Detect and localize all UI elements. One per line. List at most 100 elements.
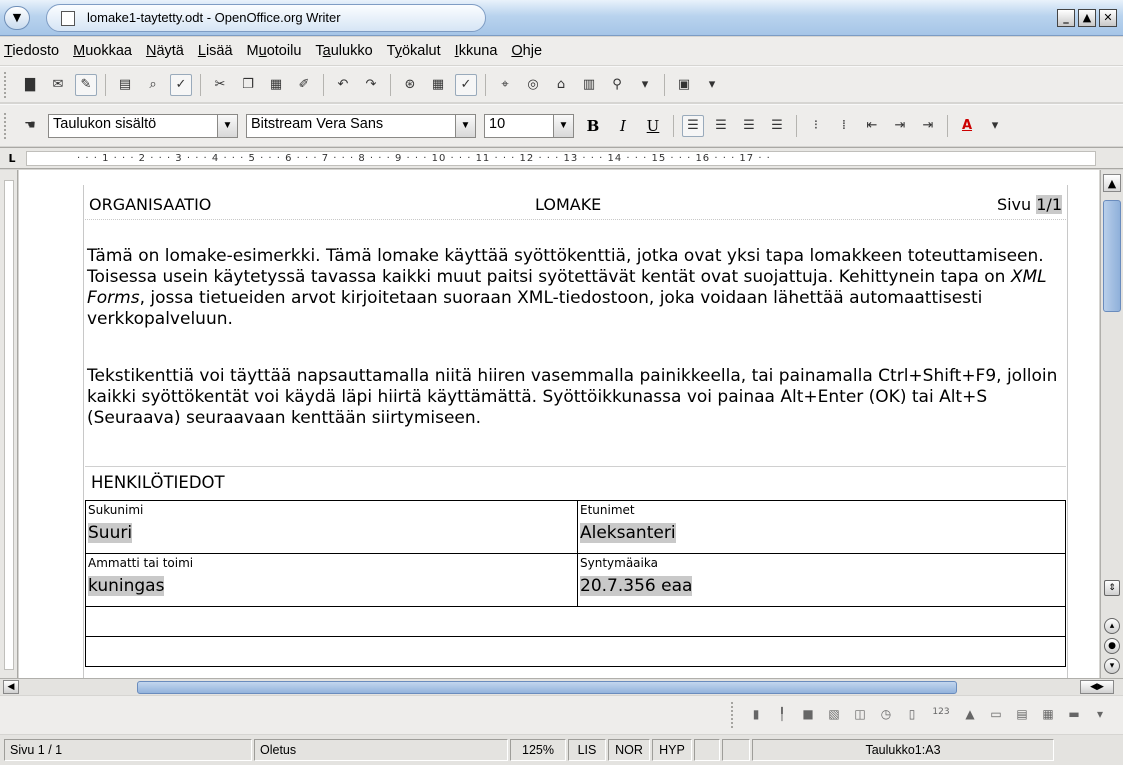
chevron-down-icon[interactable]: ▼ (217, 114, 237, 137)
data-sources-icon[interactable]: ▥ (578, 74, 600, 96)
underline-button[interactable]: U (641, 117, 665, 135)
bullets-icon[interactable]: ⁞ (833, 115, 855, 137)
status-page[interactable]: Sivu 1 / 1 (4, 739, 252, 761)
navigation-object-icon[interactable]: ● (1104, 638, 1120, 654)
status-signature[interactable] (722, 739, 750, 761)
bold-button[interactable]: B (581, 117, 605, 135)
align-center-icon[interactable]: ☰ (710, 115, 732, 137)
surname-cell[interactable]: Sukunimi Suuri (85, 500, 578, 554)
scroll-up-button[interactable]: ▲ (1103, 174, 1121, 192)
paste-icon[interactable]: ▦ (265, 74, 287, 96)
image-icon[interactable]: ▭ (988, 707, 1004, 723)
format-paintbrush-icon[interactable]: ✐ (293, 74, 315, 96)
styles-formatting-icon[interactable]: ☚ (19, 115, 41, 137)
new-document-icon[interactable]: ▇ (19, 74, 41, 96)
toolbar-grip[interactable] (731, 702, 737, 728)
intro-paragraph[interactable]: Tämä on lomake-esimerkki. Tämä lomake kä… (85, 246, 1066, 330)
birthdate-cell[interactable]: Syntymäaika 20.7.356 eaa (577, 553, 1066, 607)
more-icon[interactable]: ▬ (1066, 707, 1082, 723)
occupation-input-field[interactable]: kuningas (88, 576, 165, 596)
toolbar-grip[interactable] (4, 112, 10, 139)
insert-table-icon[interactable]: ▦ (427, 74, 449, 96)
indent-icon[interactable]: ⇥ (917, 115, 939, 137)
status-hyperlink-mode[interactable]: HYP (652, 739, 692, 761)
page-icon[interactable]: ▯ (904, 707, 920, 723)
document-canvas[interactable]: ORGANISAATIO LOMAKE Sivu 1/1 Tämä on lom… (19, 170, 1099, 678)
menu-tiedosto[interactable]: Tiedosto (0, 43, 66, 59)
menu-muotoilu[interactable]: Muotoilu (240, 43, 309, 59)
minimize-button[interactable]: _ (1057, 9, 1075, 27)
horizontal-ruler[interactable]: L · · · 1 · · · 2 · · · 3 · · · 4 · · · … (0, 147, 1123, 169)
status-insert-mode[interactable]: LIS (568, 739, 606, 761)
menu-taulukko[interactable]: Taulukko (308, 43, 379, 59)
menu-lisaa[interactable]: Lisää (191, 43, 240, 59)
toolbar-options-icon[interactable]: ▾ (634, 74, 656, 96)
next-object-icon[interactable]: ▾ (1104, 658, 1120, 674)
toolbar-options-icon[interactable]: ▾ (701, 74, 723, 96)
status-zoom[interactable]: 125% (510, 739, 566, 761)
menu-muokkaa[interactable]: Muokkaa (66, 43, 139, 59)
surname-input-field[interactable]: Suuri (88, 523, 133, 543)
draw-functions-icon[interactable]: ✓ (455, 73, 477, 96)
section-title-personal-info[interactable]: HENKILÖTIEDOT (85, 466, 1066, 498)
window-menu-button[interactable]: ▼ (4, 6, 30, 30)
scroll-down-page-button[interactable]: ⇕ (1104, 580, 1120, 596)
tab-type-selector[interactable]: L (3, 151, 21, 167)
chart-icon[interactable]: ▲ (962, 707, 978, 723)
text-frame-icon[interactable]: ▧ (826, 707, 842, 723)
font-color-button[interactable]: A (956, 115, 978, 137)
table-grid-icon[interactable]: ▦ (1040, 707, 1056, 723)
navigator-compass-icon[interactable]: ◎ (522, 74, 544, 96)
scroll-left-button[interactable]: ◀ (3, 680, 19, 694)
print-preview-icon[interactable]: ⌕ (142, 74, 164, 96)
horizontal-scrollbar[interactable]: ◀ ◀▶ (0, 678, 1123, 695)
page-number-field[interactable]: 1/1 (1036, 195, 1062, 214)
horizontal-scroll-thumb[interactable] (137, 681, 957, 694)
line-icon[interactable]: ╿ (774, 707, 790, 723)
select-icon[interactable]: ▮ (748, 707, 764, 723)
frame-icon[interactable]: ◫ (852, 707, 868, 723)
increase-indent-icon[interactable]: ⇥ (889, 115, 911, 137)
maximize-button[interactable]: ▲ (1078, 9, 1096, 27)
status-selection-mode[interactable]: NOR (608, 739, 650, 761)
paragraph-style-select[interactable]: Taulukon sisältö ▼ (48, 113, 238, 138)
font-color-dropdown-icon[interactable]: ▾ (984, 115, 1006, 137)
spellcheck-icon[interactable]: ✓ (170, 73, 192, 96)
vertical-ruler[interactable] (0, 170, 18, 678)
previous-object-icon[interactable]: ▴ (1104, 618, 1120, 634)
firstname-input-field[interactable]: Aleksanteri (580, 523, 676, 543)
redo-icon[interactable]: ↷ (360, 74, 382, 96)
vertical-scrollbar[interactable]: ▲ ⇕ ▴ ● ▾ (1100, 170, 1123, 678)
close-button[interactable]: ✕ (1099, 9, 1117, 27)
menu-tyokalut[interactable]: Työkalut (380, 43, 448, 59)
copy-icon[interactable]: ❐ (237, 74, 259, 96)
menu-nayta[interactable]: Näytä (139, 43, 191, 59)
font-name-select[interactable]: Bitstream Vera Sans ▼ (246, 113, 476, 138)
export-pdf-icon[interactable]: ▤ (114, 74, 136, 96)
gallery-icon[interactable]: ⌂ (550, 74, 572, 96)
clock-icon[interactable]: ◷ (878, 707, 894, 723)
chevron-down-icon[interactable]: ▼ (553, 114, 573, 137)
justify-icon[interactable]: ☰ (766, 115, 788, 137)
toolbar-grip[interactable] (4, 71, 10, 98)
italic-button[interactable]: I (611, 117, 635, 135)
occupation-cell[interactable]: Ammatti tai toimi kuningas (85, 553, 578, 607)
align-left-icon[interactable]: ☰ (682, 114, 704, 137)
number-field-icon[interactable]: 123 (930, 707, 952, 723)
undo-icon[interactable]: ↶ (332, 74, 354, 96)
instructions-paragraph[interactable]: Tekstikenttiä voi täyttää napsauttamalla… (85, 366, 1066, 429)
find-replace-icon[interactable]: ⌖ (494, 74, 516, 96)
firstname-cell[interactable]: Etunimet Aleksanteri (577, 500, 1066, 554)
toolbar-options-icon[interactable]: ▾ (1092, 707, 1108, 723)
scroll-right-button[interactable]: ◀▶ (1080, 680, 1114, 694)
zoom-icon[interactable]: ⚲ (606, 74, 628, 96)
cut-icon[interactable]: ✂ (209, 74, 231, 96)
edit-file-icon[interactable]: ✎ (75, 73, 97, 96)
navigator-icon[interactable]: ⊛ (399, 74, 421, 96)
numbering-icon[interactable]: ⁝ (805, 115, 827, 137)
align-right-icon[interactable]: ☰ (738, 115, 760, 137)
chevron-down-icon[interactable]: ▼ (455, 114, 475, 137)
form-icon[interactable]: ▤ (1014, 707, 1030, 723)
status-page-style[interactable]: Oletus (254, 739, 508, 761)
empty-cell[interactable] (85, 606, 1066, 637)
